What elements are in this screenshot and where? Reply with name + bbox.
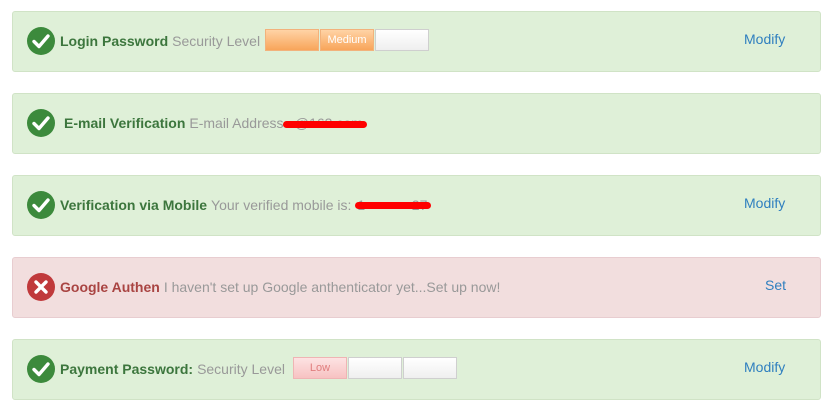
check-circle-icon xyxy=(27,27,55,55)
login-password-security-meter: Medium xyxy=(265,29,430,51)
payment-password-modify-link[interactable]: Modify xyxy=(744,359,785,375)
mobile-verification-modify-link[interactable]: Modify xyxy=(744,195,785,211)
check-circle-icon xyxy=(27,191,55,219)
login-password-text: Login Password Security Level xyxy=(60,32,260,50)
login-password-title: Login Password xyxy=(60,33,169,49)
meter-segment-1 xyxy=(265,29,319,51)
mobile-number-value: 1··········27 xyxy=(355,196,432,214)
login-password-desc: Security Level xyxy=(172,33,261,49)
mobile-verification-text: Verification via Mobile Your verified mob… xyxy=(60,196,432,214)
email-verification-panel: E-mail VerificationE-mail Address··@163.… xyxy=(12,93,821,154)
payment-password-title: Payment Password: xyxy=(60,361,194,377)
mobile-verification-panel: Verification via Mobile Your verified mob… xyxy=(12,175,821,236)
payment-password-text: Payment Password: Security Level xyxy=(60,360,285,378)
email-address-value: ··@163.com xyxy=(282,114,367,132)
email-verification-desc: E-mail Address xyxy=(189,115,284,131)
meter-segment-2 xyxy=(348,357,402,379)
google-authen-set-link[interactable]: Set xyxy=(765,277,786,293)
redaction-mark xyxy=(355,202,432,209)
redaction-mark xyxy=(282,121,367,128)
login-password-modify-link[interactable]: Modify xyxy=(744,31,785,47)
mobile-verification-desc: Your verified mobile is: xyxy=(211,197,352,213)
email-verification-title: E-mail Verification xyxy=(64,115,186,131)
check-circle-icon xyxy=(27,109,55,137)
google-authen-title: Google Authen xyxy=(60,279,160,295)
email-verification-text: E-mail VerificationE-mail Address··@163.… xyxy=(64,114,367,132)
meter-segment-2: Medium xyxy=(320,29,374,51)
payment-password-desc: Security Level xyxy=(197,361,285,377)
payment-password-panel: Payment Password: Security Level Low Modi… xyxy=(12,339,821,400)
google-authen-desc: I haven't set up Google anthenticator ye… xyxy=(163,279,501,295)
meter-segment-3 xyxy=(375,29,429,51)
meter-segment-3 xyxy=(403,357,457,379)
google-authen-panel: Google Authen I haven't set up Google ant… xyxy=(12,257,821,318)
login-password-panel: Login Password Security Level Medium Modi… xyxy=(12,11,821,72)
payment-password-security-meter: Low xyxy=(293,357,458,379)
check-circle-icon xyxy=(27,355,55,383)
mobile-verification-title: Verification via Mobile xyxy=(60,197,208,213)
x-circle-icon xyxy=(27,273,55,301)
google-authen-text: Google Authen I haven't set up Google ant… xyxy=(60,278,500,296)
meter-segment-1: Low xyxy=(293,357,347,379)
